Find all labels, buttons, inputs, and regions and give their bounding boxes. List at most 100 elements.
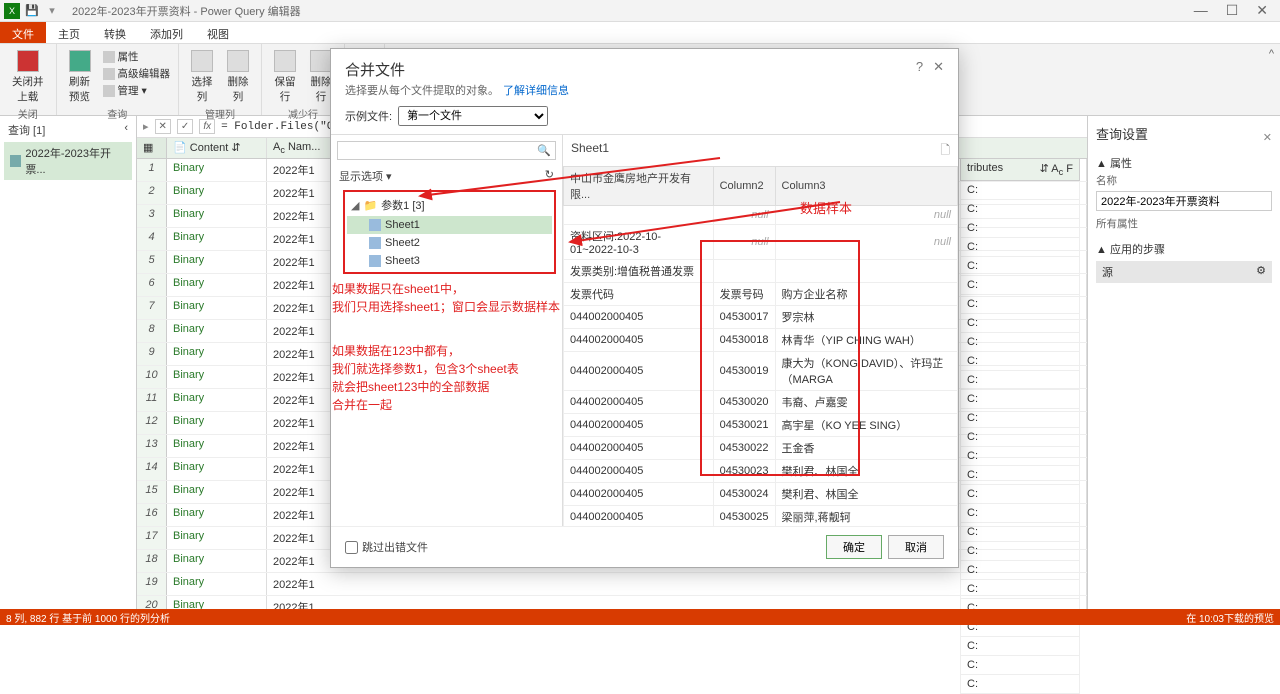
preview-col1-header[interactable]: 中山市金鹰房地产开发有限... <box>564 167 714 206</box>
keep-rows-button[interactable]: 保留 行 <box>270 48 300 106</box>
content-cell[interactable]: Binary <box>167 205 267 227</box>
status-left: 8 列, 882 行 基于前 1000 行的列分析 <box>6 610 170 625</box>
navigator-search-input[interactable] <box>342 145 537 157</box>
preview-row[interactable]: nullnull <box>564 206 958 225</box>
row-number: 14 <box>137 458 167 480</box>
ribbon-group-managecols: 选择 列 删除 列 管理列 <box>179 44 262 115</box>
close-settings-icon[interactable]: ✕ <box>1263 131 1272 144</box>
save-icon[interactable]: 💾 <box>24 3 40 19</box>
navigator-tree: ◢📁参数1 [3] Sheet1 Sheet2 Sheet3 <box>343 190 556 274</box>
step-gear-icon[interactable]: ⚙ <box>1256 264 1266 280</box>
maximize-button[interactable]: ☐ <box>1226 2 1239 19</box>
dropdown-icon[interactable]: ▾ <box>44 3 60 19</box>
cancel-formula-button[interactable]: ✕ <box>155 119 171 134</box>
tab-view[interactable]: 视图 <box>195 22 241 43</box>
dialog-help-icon[interactable]: ? <box>916 59 923 75</box>
tab-addcolumn[interactable]: 添加列 <box>138 22 195 43</box>
navigator-refresh-icon[interactable]: ↻ <box>545 168 554 184</box>
preview-row[interactable]: 04400200040504530024樊利君、林国全 <box>564 483 958 506</box>
formula-text[interactable]: = Folder.Files("C <box>221 121 333 133</box>
sample-file-select[interactable]: 第一个文件 <box>398 106 548 126</box>
content-cell[interactable]: Binary <box>167 343 267 365</box>
preview-row[interactable]: 发票代码发票号码购方企业名称 <box>564 283 958 306</box>
row-number: 4 <box>137 228 167 250</box>
tree-item-sheet1[interactable]: Sheet1 <box>347 216 552 234</box>
display-options-link[interactable]: 显示选项 ▾ <box>339 168 392 184</box>
preview-row[interactable]: 资料区间:2022-10-01~2022-10-3nullnull <box>564 225 958 260</box>
row-number: 3 <box>137 205 167 227</box>
manage-button[interactable]: 管理 ▾ <box>103 82 171 99</box>
tree-item-sheet3[interactable]: Sheet3 <box>347 252 552 270</box>
step-source[interactable]: 源⚙ <box>1096 261 1272 283</box>
corner-cell[interactable]: ▦ <box>137 138 167 158</box>
content-cell[interactable]: Binary <box>167 481 267 503</box>
row-nav-icon[interactable]: ▸ <box>143 120 149 133</box>
preview-row[interactable]: 发票类别:增值税普通发票 <box>564 260 958 283</box>
tree-root-param1[interactable]: ◢📁参数1 [3] <box>347 194 552 216</box>
dialog-close-icon[interactable]: ✕ <box>933 59 944 75</box>
tab-file[interactable]: 文件 <box>0 22 46 43</box>
navigator-search[interactable]: 🔍 <box>337 141 556 160</box>
content-cell[interactable]: Binary <box>167 389 267 411</box>
excel-icon: X <box>4 3 20 19</box>
content-cell[interactable]: Binary <box>167 527 267 549</box>
table-row[interactable]: 19 Binary 2022年1 <box>137 573 1087 596</box>
preview-column: Sheet1🗋 中山市金鹰房地产开发有限... Column2 Column3 … <box>563 135 958 526</box>
minimize-button[interactable]: — <box>1194 2 1208 19</box>
col-content-header[interactable]: 📄 Content ⇵ <box>167 138 267 158</box>
close-button[interactable]: ✕ <box>1256 2 1268 19</box>
content-cell[interactable]: Binary <box>167 274 267 296</box>
preview-row[interactable]: 04400200040504530017罗宗林 <box>564 306 958 329</box>
ok-button[interactable]: 确定 <box>826 535 882 559</box>
query-item[interactable]: 2022年-2023年开票... <box>4 142 132 180</box>
content-cell[interactable]: Binary <box>167 320 267 342</box>
table-row[interactable]: 20 Binary 2022年1 <box>137 596 1087 609</box>
content-cell[interactable]: Binary <box>167 366 267 388</box>
preview-col2-header[interactable]: Column2 <box>713 167 775 206</box>
content-cell[interactable]: Binary <box>167 504 267 526</box>
content-cell[interactable]: Binary <box>167 159 267 181</box>
preview-refresh-icon[interactable]: 🗋 <box>940 141 950 162</box>
content-cell[interactable]: Binary <box>167 550 267 572</box>
remove-cols-button[interactable]: 删除 列 <box>223 48 253 106</box>
tab-transform[interactable]: 转换 <box>92 22 138 43</box>
tab-home[interactable]: 主页 <box>46 22 92 43</box>
row-number: 10 <box>137 366 167 388</box>
preview-row[interactable]: 04400200040504530019康大为（KONG DAVID）、许玛芷（… <box>564 352 958 391</box>
preview-row[interactable]: 04400200040504530023樊利君、林国全 <box>564 460 958 483</box>
tree-item-sheet2[interactable]: Sheet2 <box>347 234 552 252</box>
content-cell[interactable]: Binary <box>167 251 267 273</box>
preview-row[interactable]: 04400200040504530025梁丽萍,蒋靓轲 <box>564 506 958 527</box>
row-number: 7 <box>137 297 167 319</box>
content-cell[interactable]: Binary <box>167 596 267 609</box>
content-cell[interactable]: Binary <box>167 297 267 319</box>
content-cell[interactable]: Binary <box>167 458 267 480</box>
preview-row[interactable]: 04400200040504530018林青华（YIP CHING WAH） <box>564 329 958 352</box>
dialog-title: 合并文件 <box>345 59 405 80</box>
skip-errors-checkbox[interactable]: 跳过出错文件 <box>345 539 428 555</box>
row-number: 6 <box>137 274 167 296</box>
fx-button[interactable]: fx <box>199 119 215 134</box>
preview-table[interactable]: 中山市金鹰房地产开发有限... Column2 Column3 nullnull… <box>563 166 958 526</box>
content-cell[interactable]: Binary <box>167 573 267 595</box>
content-cell[interactable]: Binary <box>167 182 267 204</box>
advanced-editor-button[interactable]: 高级编辑器 <box>103 65 171 82</box>
content-cell[interactable]: Binary <box>167 412 267 434</box>
cancel-button[interactable]: 取消 <box>888 535 944 559</box>
content-cell[interactable]: Binary <box>167 435 267 457</box>
learn-more-link[interactable]: 了解详细信息 <box>503 85 569 97</box>
preview-row[interactable]: 04400200040504530022王金香 <box>564 437 958 460</box>
refresh-preview-button[interactable]: 刷新 预览 <box>65 48 95 106</box>
query-name-input[interactable] <box>1096 191 1272 211</box>
all-properties-link[interactable]: 所有属性 <box>1096 216 1272 231</box>
content-cell[interactable]: Binary <box>167 228 267 250</box>
preview-col3-header[interactable]: Column3 <box>775 167 957 206</box>
close-load-button[interactable]: 关闭并 上载 <box>8 48 48 106</box>
accept-formula-button[interactable]: ✓ <box>177 119 193 134</box>
choose-cols-button[interactable]: 选择 列 <box>187 48 217 106</box>
preview-row[interactable]: 04400200040504530021高宇星（KO YEE SING） <box>564 414 958 437</box>
properties-button[interactable]: 属性 <box>103 48 171 65</box>
query-settings-pane: 查询设置✕ ▲ 属性 名称 所有属性 ▲ 应用的步骤 源⚙ <box>1087 116 1280 609</box>
collapse-pane-icon[interactable]: ‹ <box>124 122 128 138</box>
preview-row[interactable]: 04400200040504530020韦裔、卢嘉雯 <box>564 391 958 414</box>
